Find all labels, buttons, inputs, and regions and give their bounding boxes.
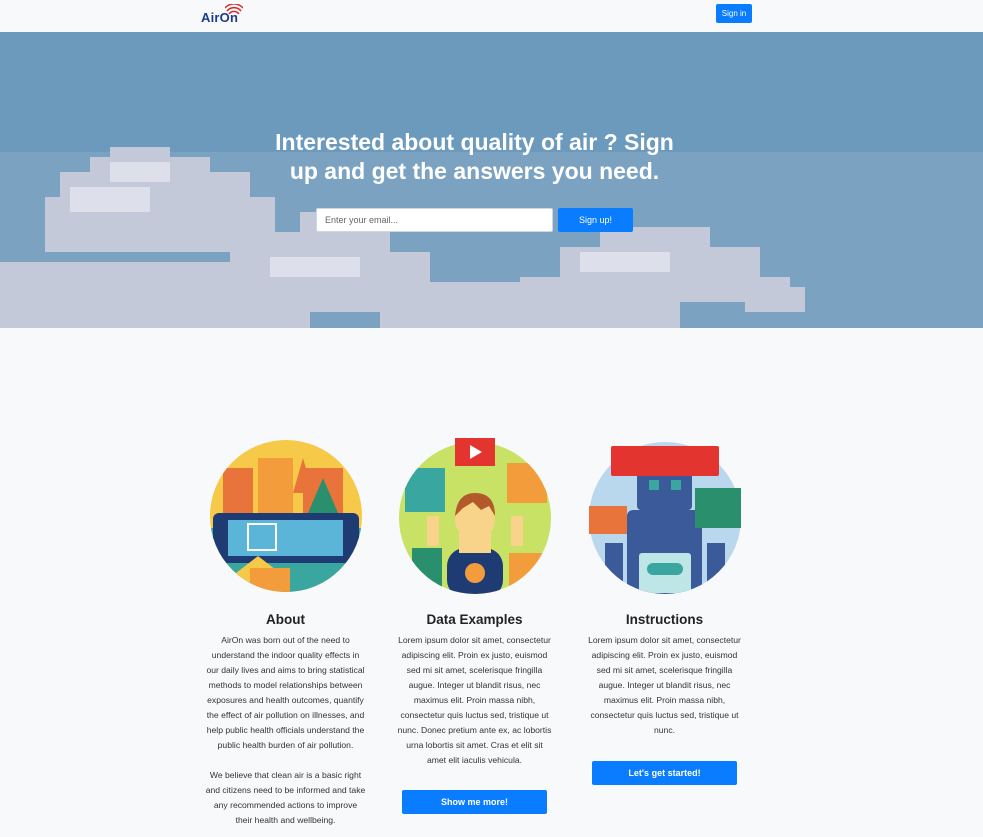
- navbar: AirOn Sign in: [0, 0, 983, 32]
- feature-about: About AirOn was born out of the need to …: [203, 438, 368, 828]
- hero-title: Interested about quality of air ? Sign u…: [275, 129, 674, 184]
- logo[interactable]: AirOn: [197, 2, 245, 28]
- feature-instructions: Instructions Lorem ipsum dolor sit amet,…: [582, 438, 747, 785]
- email-input[interactable]: [316, 208, 553, 232]
- signal-wave-icon: [225, 4, 243, 15]
- feature-body-2: We believe that clean air is a basic rig…: [205, 770, 366, 825]
- get-started-button[interactable]: Let's get started!: [592, 761, 737, 785]
- city-icon: [209, 440, 362, 592]
- person-data-icon: [398, 438, 551, 594]
- robot-icon: [588, 442, 741, 594]
- feature-title: Instructions: [625, 612, 704, 627]
- signin-button[interactable]: Sign in: [716, 4, 752, 23]
- feature-title: Data Examples: [426, 612, 523, 627]
- feature-body: AirOn was born out of the need to unders…: [206, 635, 365, 750]
- feature-body: Lorem ipsum dolor sit amet, consectetur …: [397, 635, 552, 765]
- signup-button[interactable]: Sign up!: [558, 208, 633, 232]
- show-more-button[interactable]: Show me more!: [402, 790, 547, 814]
- hero-section: Interested about quality of air ? Sign u…: [0, 32, 983, 328]
- feature-title: About: [266, 612, 305, 627]
- feature-body: Lorem ipsum dolor sit amet, consectetur …: [588, 635, 741, 735]
- feature-data-examples: Data Examples Lorem ipsum dolor sit amet…: [392, 438, 557, 814]
